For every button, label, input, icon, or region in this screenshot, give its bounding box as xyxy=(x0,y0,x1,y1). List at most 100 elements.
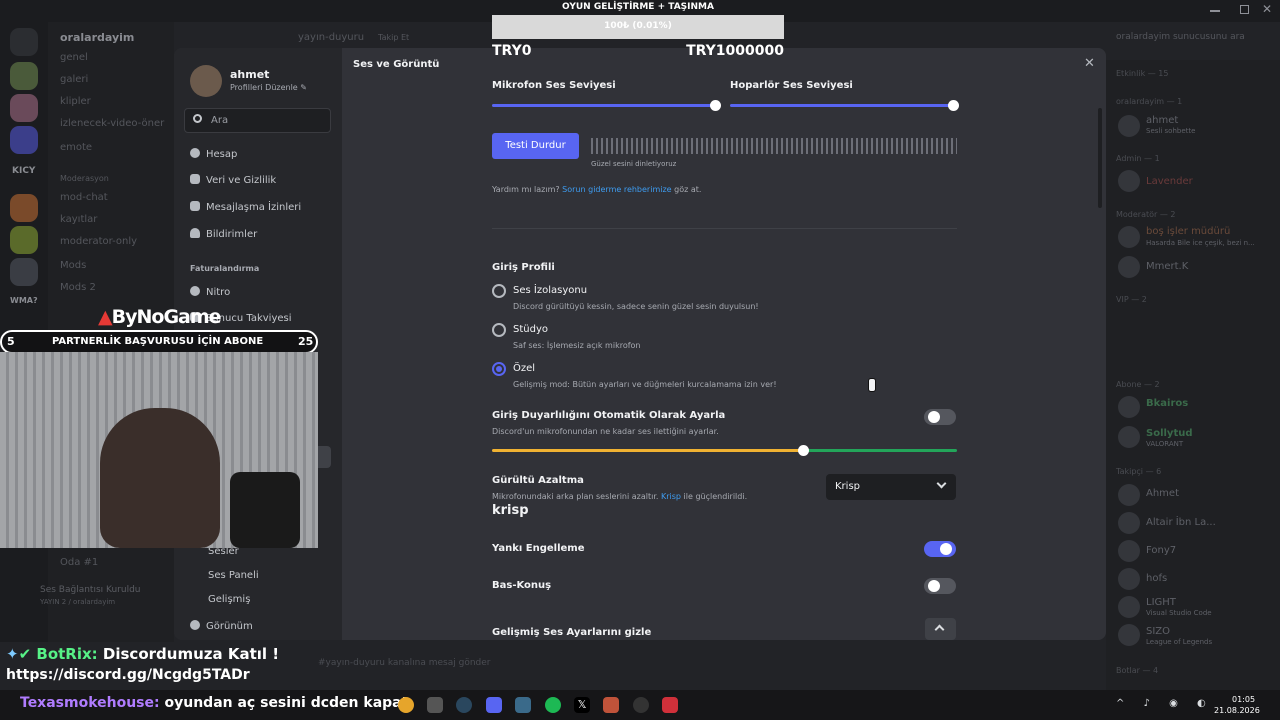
avatar[interactable] xyxy=(1118,115,1140,137)
server-icon[interactable] xyxy=(10,62,38,90)
member-name[interactable]: Ahmet xyxy=(1146,488,1179,499)
server-name[interactable]: oralardayim xyxy=(60,31,134,44)
server-label: KICY xyxy=(12,166,36,176)
steam-icon[interactable] xyxy=(456,697,472,713)
noise-select[interactable]: Krisp xyxy=(826,474,956,500)
member-name[interactable]: ahmet xyxy=(1146,115,1178,126)
sensitivity-track-high[interactable] xyxy=(804,449,957,452)
member-sub: Visual Studio Code xyxy=(1146,609,1212,617)
echo-toggle[interactable] xyxy=(924,541,956,557)
server-icon[interactable] xyxy=(10,94,38,122)
server-icon[interactable] xyxy=(10,226,38,254)
member-name[interactable]: Sollytud xyxy=(1146,428,1193,439)
mic-volume-label: Mikrofon Ses Seviyesi xyxy=(492,80,616,91)
channel-item[interactable]: galeri xyxy=(60,74,88,85)
nav-item-nitro[interactable]: Nitro xyxy=(190,286,230,298)
obs-icon[interactable] xyxy=(633,697,649,713)
nav-item-notifications[interactable]: Bildirimler xyxy=(190,228,257,240)
avatar[interactable] xyxy=(1118,226,1140,248)
avatar[interactable] xyxy=(1118,624,1140,646)
avatar[interactable] xyxy=(1118,256,1140,278)
nav-label: Nitro xyxy=(206,287,231,298)
edit-profile-link[interactable]: Profilleri Düzenle ✎ xyxy=(230,83,307,92)
settings-search[interactable]: Ara xyxy=(184,108,331,133)
minimize-icon[interactable] xyxy=(1210,10,1220,12)
channel-item[interactable]: izlenecek-video-öner xyxy=(60,118,164,129)
radio-studio[interactable] xyxy=(492,323,506,337)
nav-item-messaging[interactable]: Mesajlaşma İzinleri xyxy=(190,201,301,213)
avatar[interactable] xyxy=(1118,568,1140,590)
search-box[interactable]: oralardayim sunucusunu ara xyxy=(1116,32,1245,42)
nav-item-privacy[interactable]: Veri ve Gizlilik xyxy=(190,174,276,186)
avatar[interactable] xyxy=(1118,512,1140,534)
chrome-icon[interactable] xyxy=(398,697,414,713)
app-icon[interactable] xyxy=(515,697,531,713)
spotify-icon[interactable] xyxy=(545,697,561,713)
channel-item[interactable]: genel xyxy=(60,52,88,63)
sensitivity-track-low[interactable] xyxy=(492,449,804,452)
avatar[interactable] xyxy=(1118,426,1140,448)
channel-item[interactable]: klipler xyxy=(60,96,91,107)
discord-icon[interactable] xyxy=(486,697,502,713)
maximize-icon[interactable] xyxy=(1240,5,1249,14)
avatar[interactable] xyxy=(1118,170,1140,192)
speaker-volume-track[interactable] xyxy=(730,104,954,107)
avatar[interactable] xyxy=(1118,540,1140,562)
mic-level-meter xyxy=(591,138,957,154)
app-icon[interactable] xyxy=(662,697,678,713)
server-icon[interactable] xyxy=(10,126,38,154)
server-icon[interactable] xyxy=(10,194,38,222)
avatar[interactable] xyxy=(1118,396,1140,418)
close-icon[interactable]: ✕ xyxy=(1084,56,1095,71)
sensitivity-toggle[interactable] xyxy=(924,409,956,425)
discord-home-icon[interactable] xyxy=(10,28,38,56)
member-name[interactable]: boş işler müdürü xyxy=(1146,226,1230,237)
test-stop-button[interactable]: Testi Durdur xyxy=(492,133,579,159)
sensitivity-thumb[interactable] xyxy=(798,445,809,456)
tray-icons[interactable]: ^ ♪ ◉ ◐ xyxy=(1116,698,1214,709)
mic-volume-thumb[interactable] xyxy=(710,100,721,111)
avatar[interactable] xyxy=(1118,484,1140,506)
scrollbar[interactable] xyxy=(1098,108,1102,208)
speaker-volume-thumb[interactable] xyxy=(948,100,959,111)
krisp-link[interactable]: Krisp xyxy=(661,492,681,501)
member-name[interactable]: LIGHT xyxy=(1146,597,1176,608)
pencil-icon: ✎ xyxy=(300,83,307,92)
member-name[interactable]: SIZO xyxy=(1146,626,1170,637)
ptt-toggle[interactable] xyxy=(924,578,956,594)
member-name[interactable]: Lavender xyxy=(1146,176,1193,187)
member-name[interactable]: Fony7 xyxy=(1146,545,1176,556)
radio-custom[interactable] xyxy=(492,362,506,376)
server-icon[interactable] xyxy=(10,258,38,286)
channel-item[interactable]: kayıtlar xyxy=(60,214,97,225)
channel-item[interactable]: Oda #1 xyxy=(60,557,98,568)
shield-icon xyxy=(190,174,200,184)
chat-icon xyxy=(190,201,200,211)
avatar[interactable] xyxy=(1118,596,1140,618)
member-name[interactable]: Mmert.K xyxy=(1146,261,1188,272)
member-name[interactable]: Altair İbn La... xyxy=(1146,517,1216,528)
follow-button[interactable]: Takip Et xyxy=(378,33,409,42)
channel-item[interactable]: moderator-only xyxy=(60,236,137,247)
help-link[interactable]: Sorun giderme rehberimize xyxy=(562,185,671,194)
member-name[interactable]: hofs xyxy=(1146,573,1167,584)
member-name[interactable]: Bkairos xyxy=(1146,398,1188,409)
app-icon[interactable] xyxy=(603,697,619,713)
avatar[interactable] xyxy=(190,65,222,97)
channel-item[interactable]: Mods xyxy=(60,260,86,271)
channel-item[interactable]: Mods 2 xyxy=(60,282,96,293)
collapse-button[interactable] xyxy=(925,618,956,640)
radio-voice-isolation[interactable] xyxy=(492,284,506,298)
nav-item-soundboard[interactable]: Ses Paneli xyxy=(208,570,259,581)
message-input[interactable]: #yayın-duyuru kanalına mesaj gönder xyxy=(318,658,491,668)
channel-category[interactable]: Moderasyon xyxy=(60,174,109,183)
app-icon[interactable] xyxy=(427,697,443,713)
nav-item-advanced[interactable]: Gelişmiş xyxy=(208,594,250,605)
channel-item[interactable]: emote xyxy=(60,142,92,153)
channel-item[interactable]: mod-chat xyxy=(60,192,108,203)
mic-volume-track[interactable] xyxy=(492,104,716,107)
close-window-icon[interactable]: ✕ xyxy=(1262,2,1272,16)
nav-item-hesap[interactable]: Hesap xyxy=(190,148,237,160)
nav-item-appearance[interactable]: Görünüm xyxy=(190,620,253,632)
x-icon[interactable]: 𝕏 xyxy=(574,697,590,713)
